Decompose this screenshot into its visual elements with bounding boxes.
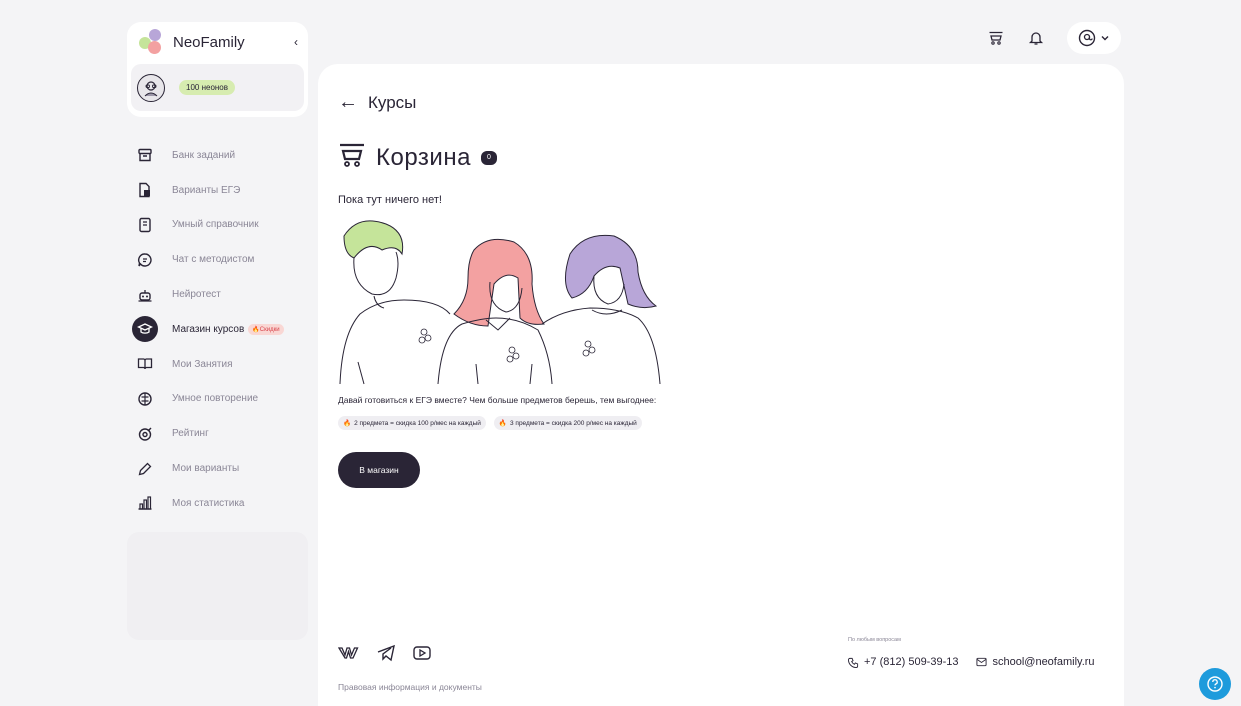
sidebar-brand-card: NeoFamily ‹ 100 неонов	[127, 22, 308, 117]
arrow-left-icon: ←	[338, 91, 358, 113]
sidebar-item-smart-guide[interactable]: Умный справочник	[132, 208, 310, 243]
sidebar-item-rating[interactable]: Рейтинг	[132, 416, 310, 451]
header-actions	[987, 22, 1121, 54]
brain-icon	[134, 388, 156, 410]
email-link[interactable]: school@neofamily.ru	[976, 656, 1095, 668]
chat-icon	[134, 249, 156, 271]
documents-icon	[134, 179, 156, 201]
fire-icon: 🔥	[498, 420, 507, 427]
phone-icon	[848, 657, 859, 668]
chevron-down-icon	[1101, 36, 1109, 41]
sidebar-item-label: Магазин курсов	[172, 323, 245, 335]
sidebar-item-label: Варианты ЕГЭ	[172, 184, 241, 196]
vk-icon[interactable]	[338, 646, 360, 660]
youtube-icon[interactable]	[412, 645, 432, 661]
discount-chips: 🔥 2 предмета = скидка 100 р/мес на каждый…	[338, 416, 642, 430]
sidebar-item-label: Умный справочник	[172, 219, 259, 231]
question-icon	[1207, 676, 1223, 692]
sidebar-item-ege-variants[interactable]: Варианты ЕГЭ	[132, 173, 310, 208]
target-icon	[134, 423, 156, 445]
main-card: ← Курсы Корзина 0 Пока тут ничего нет! Д…	[318, 64, 1124, 706]
contact-caption: По любым вопросам	[848, 637, 901, 643]
help-button[interactable]	[1199, 668, 1231, 700]
robot-icon	[134, 284, 156, 306]
avatar[interactable]	[137, 73, 165, 102]
sidebar-item-label: Умное повторение	[172, 393, 259, 405]
go-to-shop-button[interactable]: В магазин	[338, 452, 420, 488]
sidebar-item-my-lessons[interactable]: Мои Занятия	[132, 347, 310, 382]
sidebar-item-label: Моя статистика	[172, 497, 245, 509]
students-illustration	[339, 220, 661, 385]
brand-name: NeoFamily	[173, 33, 245, 51]
phone-link[interactable]: +7 (812) 509-39-13	[848, 656, 958, 668]
sale-badge: 🔥Скидки	[248, 323, 284, 335]
chevron-left-icon[interactable]: ‹	[294, 35, 298, 49]
empty-cart-text: Пока тут ничего нет!	[338, 194, 442, 206]
page-title: Корзина 0	[338, 142, 497, 173]
sidebar-item-my-variants[interactable]: Мои варианты	[132, 451, 310, 486]
cart-count-badge: 0	[480, 150, 497, 165]
book-icon	[134, 214, 156, 236]
bell-icon[interactable]	[1027, 29, 1045, 47]
neon-balance-badge[interactable]: 100 неонов	[179, 80, 236, 95]
sidebar-item-label: Чат с методистом	[172, 254, 255, 266]
telegram-icon[interactable]	[376, 644, 396, 662]
archive-icon	[134, 144, 156, 166]
sidebar-item-my-stats[interactable]: Моя статистика	[132, 486, 310, 521]
discount-chip: 🔥 2 предмета = скидка 100 р/мес на каждый	[338, 416, 486, 430]
sidebar-item-task-bank[interactable]: Банк заданий	[132, 138, 310, 173]
mail-icon	[976, 657, 988, 667]
cart-icon[interactable]	[987, 29, 1005, 47]
bar-chart-icon	[134, 492, 156, 514]
sidebar-item-label: Мои Занятия	[172, 358, 233, 370]
sidebar-promo-box	[127, 532, 308, 640]
sidebar-item-course-shop[interactable]: Магазин курсов 🔥Скидки	[132, 312, 310, 347]
open-book-icon	[134, 353, 156, 375]
user-box[interactable]: 100 неонов	[131, 64, 304, 111]
sidebar-item-neurotest[interactable]: Нейротест	[132, 277, 310, 312]
back-link[interactable]: ← Курсы	[338, 91, 416, 114]
neofamily-logo-icon[interactable]	[137, 28, 165, 56]
sidebar-item-smart-repeat[interactable]: Умное повторение	[132, 382, 310, 417]
sidebar-item-label: Мои варианты	[172, 463, 240, 475]
sidebar-nav: Банк заданий Варианты ЕГЭ Умный справочн…	[132, 138, 310, 521]
cart-title: Корзина	[376, 143, 471, 171]
pencil-icon	[134, 458, 156, 480]
sidebar-item-label: Нейротест	[172, 289, 221, 301]
promo-text: Давай готовиться к ЕГЭ вместе? Чем больш…	[338, 395, 657, 405]
profile-menu-button[interactable]	[1067, 22, 1121, 54]
sidebar-item-label: Банк заданий	[172, 149, 236, 161]
user-circle-icon	[1078, 29, 1096, 47]
discount-chip: 🔥 3 предмета = скидка 200 р/мес на каждый	[493, 416, 642, 430]
sidebar-item-methodist-chat[interactable]: Чат с методистом	[132, 242, 310, 277]
legal-info-link[interactable]: Правовая информация и документы	[338, 682, 482, 692]
back-label: Курсы	[368, 92, 417, 112]
cart-icon	[338, 142, 366, 173]
contacts: +7 (812) 509-39-13 school@neofamily.ru	[848, 656, 1095, 668]
graduation-cap-icon	[132, 316, 158, 343]
social-links	[338, 644, 432, 662]
fire-icon: 🔥	[343, 420, 352, 427]
sidebar-item-label: Рейтинг	[172, 428, 209, 440]
